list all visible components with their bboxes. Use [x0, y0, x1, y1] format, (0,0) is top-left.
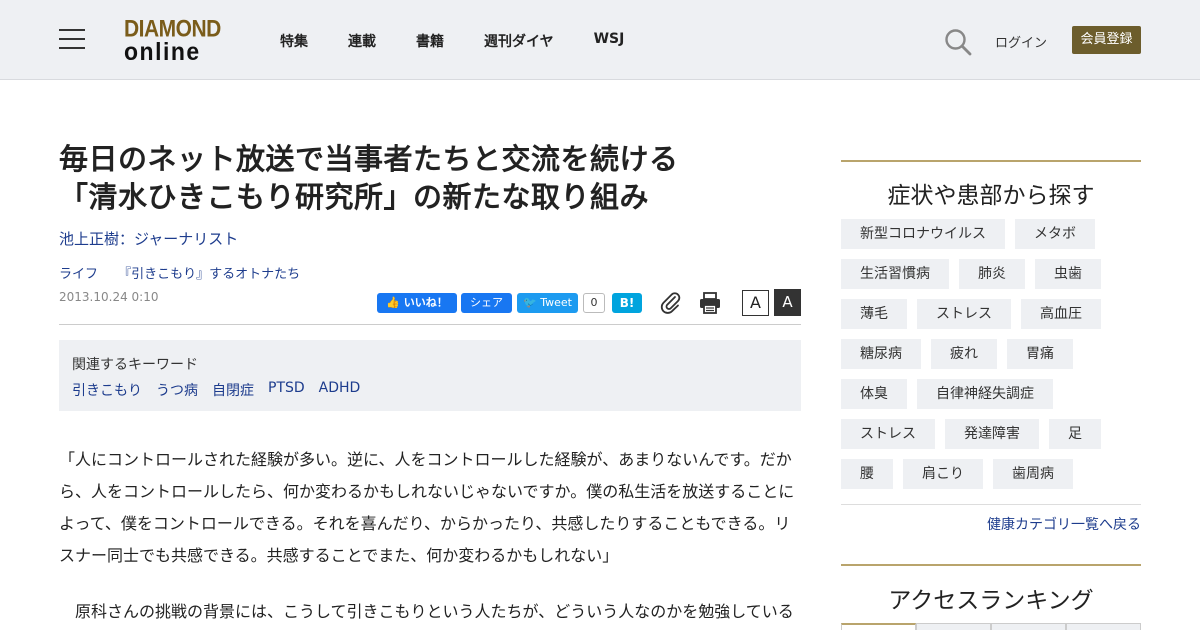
symptom-tag[interactable]: 高血圧 — [1021, 299, 1101, 329]
category-link[interactable]: ライフ — [59, 267, 98, 282]
article-title: 毎日のネット放送で当事者たちと交流を続ける 「清水ひきこもり研究所」の新たな取り… — [59, 140, 759, 216]
nav-item-rensai[interactable]: 連載 — [348, 31, 376, 51]
ranking-tab[interactable] — [841, 623, 916, 630]
thumbs-up-icon: 👍 — [386, 296, 404, 309]
ranking-heading: アクセスランキング — [888, 588, 1094, 614]
print-icon[interactable] — [698, 291, 722, 315]
author-link[interactable]: 池上正樹：ジャーナリスト — [59, 228, 238, 249]
health-category-back-link[interactable]: 健康カテゴリ一覧へ戻る — [987, 514, 1141, 534]
divider — [59, 324, 801, 325]
tweet-button[interactable]: 🐦 Tweet — [517, 293, 578, 313]
ranking-tab[interactable] — [991, 623, 1066, 630]
tag-row: 生活習慣病 肺炎 虫歯 — [841, 259, 1141, 289]
font-size-small-button[interactable]: A — [742, 290, 769, 316]
main-nav: 特集 連載 書籍 週刊ダイヤ WSJ — [280, 31, 664, 51]
article-categories: ライフ 『引きこもり』するオトナたち — [59, 263, 316, 282]
nav-item-shoseki[interactable]: 書籍 — [416, 31, 444, 51]
symptom-tag[interactable]: 発達障害 — [945, 419, 1039, 449]
keyword-link[interactable]: PTSD — [268, 380, 305, 400]
symptom-tag[interactable]: ストレス — [841, 419, 935, 449]
facebook-like-button[interactable]: 👍 いいね！ — [377, 293, 457, 313]
symptom-tag[interactable]: 肺炎 — [959, 259, 1025, 289]
nav-item-weekly[interactable]: 週刊ダイヤ — [484, 31, 554, 51]
tweet-label: Tweet — [540, 296, 572, 309]
tag-row: 腰 肩こり 歯周病 — [841, 459, 1141, 489]
twitter-bird-icon: 🐦 — [523, 296, 541, 309]
nav-item-tokushu[interactable]: 特集 — [280, 31, 308, 51]
symptom-tag[interactable]: メタボ — [1015, 219, 1095, 249]
symptom-tag[interactable]: 胃痛 — [1007, 339, 1073, 369]
series-link[interactable]: 『引きこもり』するオトナたち — [118, 267, 300, 282]
article-paragraph: 「人にコントロールされた経験が多い。逆に、人をコントロールした経験が、あまりない… — [59, 450, 795, 565]
article-title-line1: 毎日のネット放送で当事者たちと交流を続ける — [59, 142, 679, 176]
keyword-link[interactable]: ADHD — [319, 380, 361, 400]
symptom-tag[interactable]: 自律神経失調症 — [917, 379, 1053, 409]
login-link[interactable]: ログイン — [995, 32, 1047, 51]
facebook-like-label: いいね！ — [403, 296, 448, 309]
symptom-tag[interactable]: 体臭 — [841, 379, 907, 409]
tag-row: 薄毛 ストレス 高血圧 — [841, 299, 1141, 329]
article-title-line2: 「清水ひきこもり研究所」の新たな取り組み — [59, 180, 650, 214]
symptom-tag[interactable]: 薄毛 — [841, 299, 907, 329]
article-paragraph: 原科さんの挑戦の背景には、こうして引きこもりという人たちが、どういう人なのかを勉… — [59, 602, 794, 621]
keywords-box: 関連するキーワード 引きこもり うつ病 自閉症 PTSD ADHD — [59, 340, 801, 411]
menu-icon[interactable] — [59, 29, 85, 49]
facebook-share-button[interactable]: シェア — [461, 293, 512, 313]
tag-row: 新型コロナウイルス メタボ — [841, 219, 1141, 249]
symptom-tag[interactable]: 生活習慣病 — [841, 259, 949, 289]
nav-item-wsj[interactable]: WSJ — [594, 31, 625, 51]
keyword-link[interactable]: うつ病 — [156, 380, 198, 400]
symptom-tag[interactable]: 疲れ — [931, 339, 997, 369]
symptom-tag[interactable]: 腰 — [841, 459, 893, 489]
symptom-tag[interactable]: 肩こり — [903, 459, 983, 489]
symptom-tag[interactable]: 歯周病 — [993, 459, 1073, 489]
symptom-tag-list: 新型コロナウイルス メタボ 生活習慣病 肺炎 虫歯 薄毛 ストレス 高血圧 糖尿… — [841, 219, 1141, 499]
keyword-link[interactable]: 引きこもり — [72, 380, 142, 400]
keyword-link[interactable]: 自閉症 — [212, 380, 254, 400]
logo-bottom-text: online — [124, 36, 201, 66]
keywords-label: 関連するキーワード — [72, 357, 198, 373]
keyword-list: 引きこもり うつ病 自閉症 PTSD ADHD — [72, 380, 374, 400]
article-body: 「人にコントロールされた経験が多い。逆に、人をコントロールした経験が、あまりない… — [59, 444, 801, 628]
tag-row: 体臭 自律神経失調症 — [841, 379, 1141, 409]
symptom-tag[interactable]: 糖尿病 — [841, 339, 921, 369]
site-header: DIAMOND online 特集 連載 書籍 週刊ダイヤ WSJ ログイン 会… — [0, 0, 1200, 80]
search-icon[interactable] — [944, 28, 972, 56]
symptoms-heading: 症状や患部から探す — [887, 183, 1095, 209]
sidebar-divider — [841, 564, 1141, 566]
font-size-large-button[interactable]: A — [774, 289, 801, 316]
hatena-bookmark-button[interactable]: B! — [612, 293, 642, 313]
tweet-count: 0 — [583, 293, 605, 313]
publish-date: 2013.10.24 0:10 — [59, 290, 159, 304]
ranking-tabs — [841, 623, 1141, 630]
tag-row: 糖尿病 疲れ 胃痛 — [841, 339, 1141, 369]
ranking-tab[interactable] — [1066, 623, 1141, 630]
clip-icon[interactable] — [658, 290, 682, 314]
sidebar-divider — [841, 160, 1141, 162]
sidebar-divider — [841, 504, 1141, 505]
symptom-tag[interactable]: ストレス — [917, 299, 1011, 329]
tag-row: ストレス 発達障害 足 — [841, 419, 1141, 449]
symptom-tag[interactable]: 虫歯 — [1035, 259, 1101, 289]
ranking-tab[interactable] — [916, 623, 991, 630]
register-button[interactable]: 会員登録 — [1072, 26, 1141, 54]
symptom-tag[interactable]: 新型コロナウイルス — [841, 219, 1005, 249]
symptom-tag[interactable]: 足 — [1049, 419, 1101, 449]
site-logo[interactable]: DIAMOND online — [124, 17, 228, 66]
